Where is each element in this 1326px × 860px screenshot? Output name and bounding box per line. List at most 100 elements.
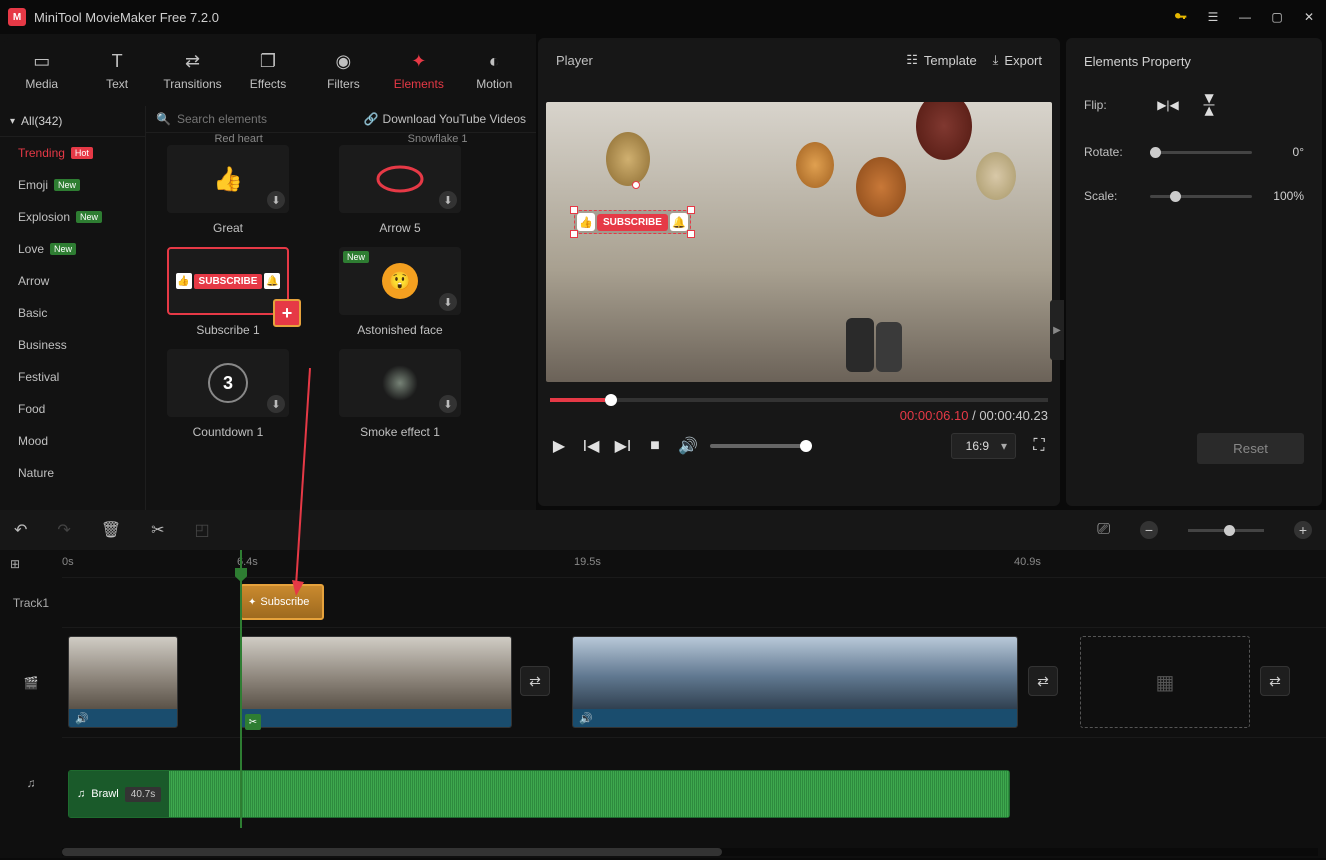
element-label: Astonished face (357, 323, 442, 337)
subscribe-element-overlay[interactable]: 👍 SUBSCRIBE 🔔 (574, 210, 691, 234)
person-graphic (876, 322, 902, 372)
category-all[interactable]: All(342) (0, 106, 145, 137)
export-button[interactable]: ⤓Export (993, 52, 1042, 68)
element-track[interactable]: ✦ Subscribe (62, 578, 1326, 628)
text-icon: T (105, 49, 129, 73)
volume-icon[interactable]: 🔊 (678, 436, 696, 456)
crop-button[interactable]: ◰ (195, 520, 210, 540)
category-emoji[interactable]: EmojiNew (0, 169, 145, 201)
stop-button[interactable]: ■ (646, 437, 664, 455)
element-thumb[interactable]: 3⬇ (167, 349, 289, 417)
video-track[interactable]: 🔊 ✦ ✂ ⇄ 🔊 ⇄ ▦ ⇄ (62, 628, 1326, 738)
prev-frame-button[interactable]: I◀ (582, 436, 600, 456)
tab-motion[interactable]: ◐Motion (457, 38, 532, 102)
element-thumb[interactable]: 👍⬇ (167, 145, 289, 213)
category-festival[interactable]: Festival (0, 361, 145, 393)
element-clip-subscribe[interactable]: ✦ Subscribe (240, 584, 324, 620)
category-business[interactable]: Business (0, 329, 145, 361)
flip-horizontal-button[interactable]: ▶|◀ (1154, 95, 1182, 115)
player-progress[interactable] (550, 398, 1048, 402)
properties-panel: Elements Property Flip: ▶|◀ ▶|◀ Rotate: … (1066, 38, 1322, 506)
tab-transitions[interactable]: ⇄Transitions (155, 38, 230, 102)
star-icon: ✦ (407, 49, 431, 73)
tab-text[interactable]: TText (79, 38, 154, 102)
element-thumb[interactable]: ⬇ (339, 349, 461, 417)
download-icon[interactable]: ⬇ (267, 395, 285, 413)
split-button[interactable]: ✂ (151, 520, 164, 540)
category-nature[interactable]: Nature (0, 457, 145, 489)
fullscreen-button[interactable]: ⛶ (1030, 437, 1048, 455)
preview-canvas[interactable]: 👍 SUBSCRIBE 🔔 (546, 102, 1052, 382)
transition-slot[interactable]: ⇄ (1028, 666, 1058, 696)
volume-slider[interactable] (710, 444, 806, 448)
time-mark: 40.9s (1014, 556, 1041, 568)
license-key-icon[interactable] (1172, 8, 1190, 26)
template-button[interactable]: ☷Template (906, 52, 976, 68)
undo-button[interactable]: ↶ (14, 520, 27, 540)
person-graphic (846, 318, 874, 372)
rotate-slider[interactable] (1150, 151, 1252, 154)
maximize-button[interactable]: ▢ (1268, 8, 1286, 26)
collapse-properties-button[interactable]: ▶ (1050, 300, 1064, 360)
fit-zoom-button[interactable]: ⎚ (1097, 521, 1110, 539)
category-mood[interactable]: Mood (0, 425, 145, 457)
tab-effects[interactable]: ❐Effects (230, 38, 305, 102)
scale-slider[interactable] (1150, 195, 1252, 198)
zoom-slider[interactable] (1188, 529, 1264, 532)
category-food[interactable]: Food (0, 393, 145, 425)
add-track-button[interactable]: ⊞ (0, 550, 62, 578)
category-explosion[interactable]: ExplosionNew (0, 201, 145, 233)
zoom-out-button[interactable]: − (1140, 521, 1158, 539)
export-icon: ⤓ (993, 52, 999, 68)
transition-slot[interactable]: ⇄ (1260, 666, 1290, 696)
redo-button[interactable]: ↷ (57, 520, 70, 540)
balloon-graphic (606, 132, 650, 186)
bell-icon: 🔔 (670, 213, 688, 231)
close-button[interactable]: ✕ (1300, 8, 1318, 26)
zoom-in-button[interactable]: + (1294, 521, 1312, 539)
audio-clip[interactable]: ♫Brawl40.7s (68, 770, 1010, 818)
element-label: Red heart (214, 133, 262, 145)
rotate-value: 0° (1262, 145, 1304, 159)
stack-icon: ❐ (256, 49, 280, 73)
add-element-button[interactable]: + (273, 299, 301, 327)
playhead[interactable] (240, 550, 242, 828)
category-basic[interactable]: Basic (0, 297, 145, 329)
split-badge-icon: ✂ (245, 714, 261, 730)
element-label: Subscribe 1 (196, 323, 259, 337)
timecode: 00:00:06.10 / 00:00:40.23 (538, 402, 1060, 423)
transition-slot[interactable]: ⇄ (520, 666, 550, 696)
audio-track[interactable]: ♫Brawl40.7s (62, 738, 1326, 828)
element-label: Great (213, 221, 243, 235)
category-trending[interactable]: TrendingHot (0, 137, 145, 169)
aspect-ratio-select[interactable]: 16:9 (951, 433, 1016, 459)
tab-filters[interactable]: ◉Filters (306, 38, 381, 102)
reset-button[interactable]: Reset (1197, 433, 1304, 464)
flip-vertical-button[interactable]: ▶|◀ (1200, 91, 1220, 119)
minimize-button[interactable]: — (1236, 8, 1254, 26)
search-input[interactable] (177, 112, 358, 126)
next-frame-button[interactable]: ▶I (614, 436, 632, 456)
time-ruler[interactable]: 0s6.4s19.5s40.9s (62, 550, 1326, 578)
element-thumb[interactable]: New😲⬇ (339, 247, 461, 315)
menu-icon[interactable]: ☰ (1204, 8, 1222, 26)
timeline-scrollbar[interactable] (62, 848, 1318, 856)
video-clip-3[interactable]: 🔊 (572, 636, 1018, 728)
download-icon[interactable]: ⬇ (439, 191, 457, 209)
video-clip-1[interactable]: 🔊 (68, 636, 178, 728)
search-icon: 🔍 (156, 112, 171, 126)
video-clip-2[interactable] (240, 636, 512, 728)
play-button[interactable]: ▶ (550, 436, 568, 456)
download-icon[interactable]: ⬇ (439, 293, 457, 311)
delete-button[interactable]: 🗑 (101, 520, 121, 540)
tab-elements[interactable]: ✦Elements (381, 38, 456, 102)
download-icon[interactable]: ⬇ (439, 395, 457, 413)
element-thumb[interactable]: 👍SUBSCRIBE🔔+ (167, 247, 289, 315)
tab-media[interactable]: ▭Media (4, 38, 79, 102)
add-clip-placeholder[interactable]: ▦ (1080, 636, 1250, 728)
download-icon[interactable]: ⬇ (267, 191, 285, 209)
download-youtube-link[interactable]: 🔗Download YouTube Videos (364, 112, 526, 126)
element-thumb[interactable]: ⬇ (339, 145, 461, 213)
category-love[interactable]: LoveNew (0, 233, 145, 265)
category-arrow[interactable]: Arrow (0, 265, 145, 297)
